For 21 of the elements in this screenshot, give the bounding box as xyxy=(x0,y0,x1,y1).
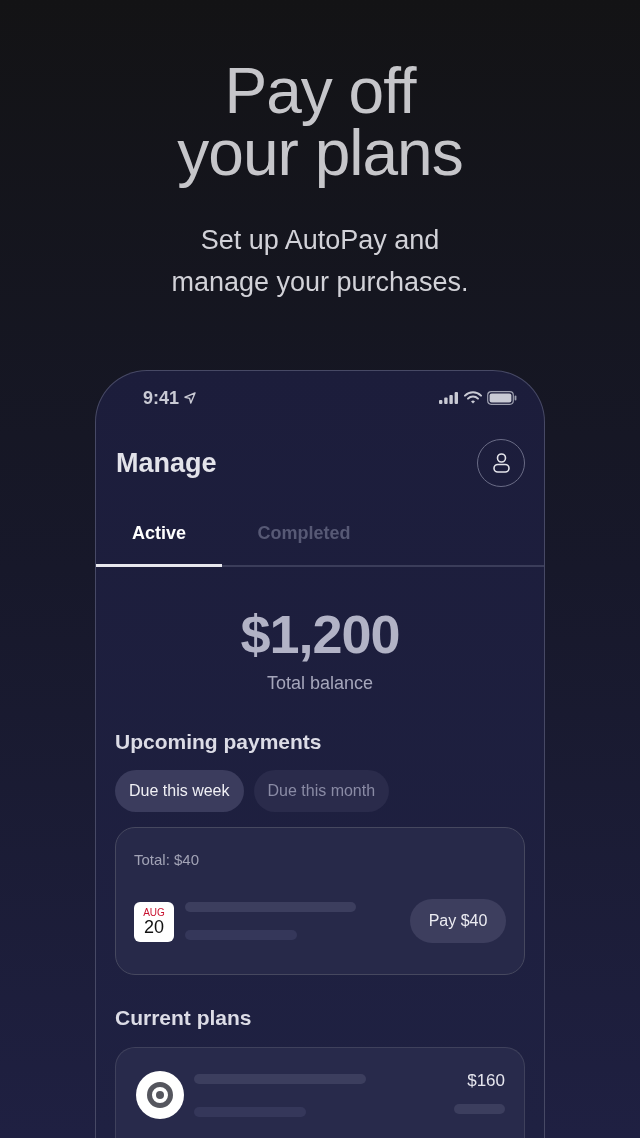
date-month: AUG xyxy=(143,907,165,918)
section-title: Upcoming payments xyxy=(115,729,323,755)
balance-label: Total balance xyxy=(266,672,374,694)
tab[interactable]: Active xyxy=(96,503,222,567)
payment-total: Total: $40 xyxy=(134,850,201,870)
date-day: 20 xyxy=(144,918,164,937)
location-arrow-icon xyxy=(184,391,197,404)
person-icon xyxy=(492,453,510,473)
section-title: Current plans xyxy=(115,1005,253,1031)
subtitle: Set up AutoPay and manage your purchases. xyxy=(170,224,470,299)
filter-chip[interactable]: Due this month xyxy=(253,770,390,812)
status-time: 9:41 xyxy=(143,387,180,408)
filter-chip[interactable]: Due this week xyxy=(115,770,244,812)
battery-icon xyxy=(487,390,517,405)
balance-amount: $1,200 xyxy=(240,605,400,663)
signal-icon xyxy=(439,391,459,404)
screen-title: Manage xyxy=(116,447,217,479)
bullseye-icon xyxy=(136,1071,184,1119)
pay-button[interactable]: Pay $40 xyxy=(410,899,506,943)
wifi-icon xyxy=(464,391,482,404)
plan-amount: $160 xyxy=(467,1071,505,1091)
